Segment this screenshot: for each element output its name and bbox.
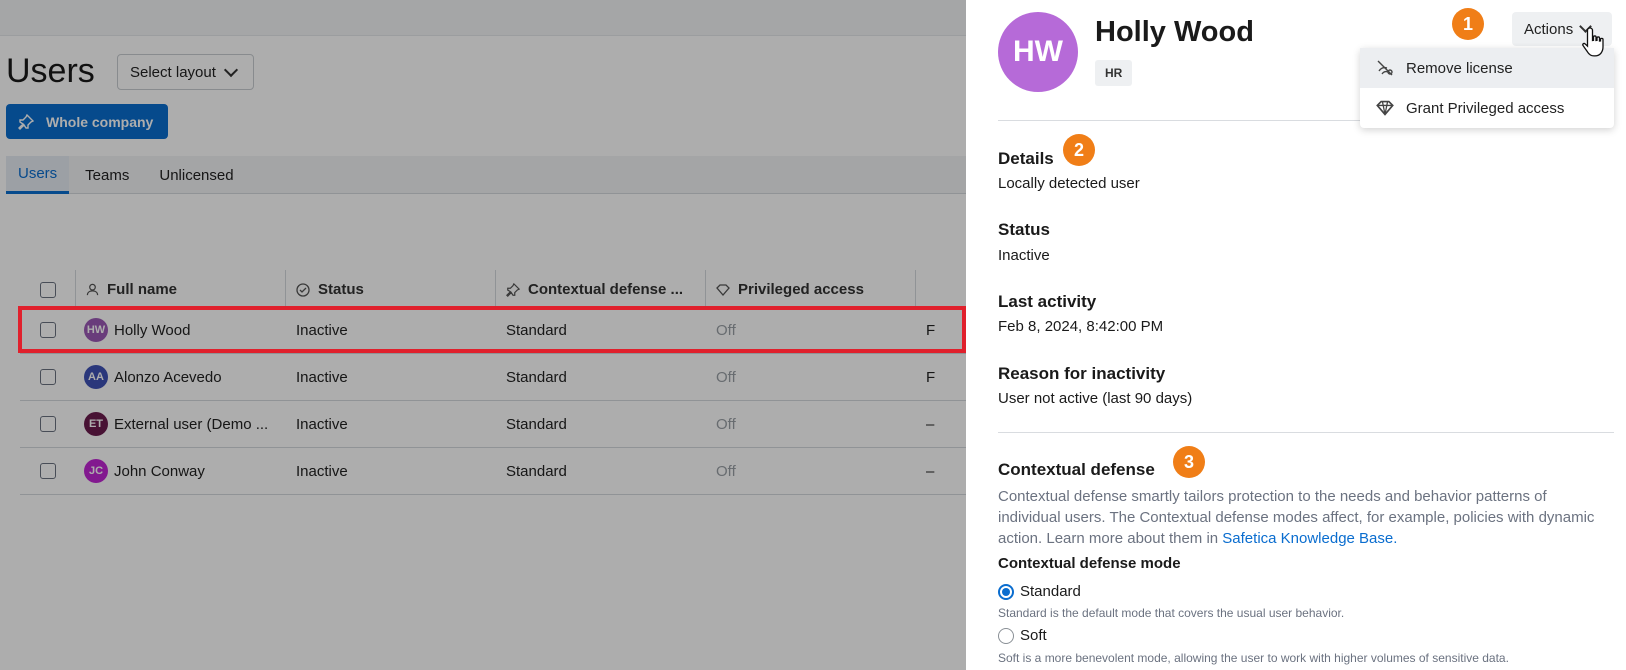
user-detail-panel: HW Holly Wood HR 1 Actions Remove licens…	[966, 0, 1626, 670]
remove-license-label: Remove license	[1406, 59, 1513, 77]
user-name: Holly Wood	[1095, 16, 1254, 48]
menu-item-grant-privileged-access[interactable]: Grant Privileged access	[1360, 88, 1614, 128]
step-badge-1: 1	[1452, 8, 1484, 40]
contextual-defense-title: Contextual defense	[998, 460, 1155, 479]
radio-standard-button[interactable]	[998, 583, 1014, 600]
step-badge-2: 2	[1063, 134, 1095, 166]
menu-item-remove-license[interactable]: Remove license	[1360, 48, 1614, 88]
last-activity-title: Last activity	[998, 292, 1097, 311]
radio-soft-button[interactable]	[998, 627, 1014, 644]
last-activity-value: Feb 8, 2024, 8:42:00 PM	[998, 318, 1164, 335]
grant-privileged-access-label: Grant Privileged access	[1406, 99, 1565, 117]
radio-soft[interactable]: Soft	[998, 627, 1047, 644]
soft-help: Soft is a more benevolent mode, allowing…	[998, 651, 1509, 665]
knowledge-base-link[interactable]: Safetica Knowledge Base.	[1222, 530, 1397, 547]
team-tag: HR	[1095, 60, 1133, 86]
radio-standard[interactable]: Standard	[998, 583, 1081, 600]
mode-label: Contextual defense mode	[998, 555, 1181, 572]
avatar: HW	[998, 12, 1078, 92]
selected-row-highlight	[18, 306, 966, 353]
status-value: Inactive	[998, 247, 1050, 264]
actions-menu: Remove license Grant Privileged access	[1360, 48, 1614, 128]
radio-soft-label: Soft	[1020, 627, 1047, 644]
contextual-defense-description: Contextual defense smartly tailors prote…	[998, 486, 1598, 549]
reason-title: Reason for inactivity	[998, 364, 1166, 383]
diamond-icon	[1376, 100, 1394, 116]
step-badge-3: 3	[1173, 446, 1205, 478]
hand-cursor-icon	[1582, 27, 1604, 57]
divider	[998, 432, 1614, 433]
standard-help: Standard is the default mode that covers…	[998, 606, 1345, 620]
actions-label: Actions	[1524, 20, 1574, 38]
details-value: Locally detected user	[998, 175, 1140, 192]
remove-license-icon	[1377, 60, 1393, 76]
details-title: Details	[998, 149, 1054, 168]
radio-standard-label: Standard	[1020, 583, 1081, 600]
status-title: Status	[998, 220, 1050, 239]
reason-value: User not active (last 90 days)	[998, 390, 1193, 407]
